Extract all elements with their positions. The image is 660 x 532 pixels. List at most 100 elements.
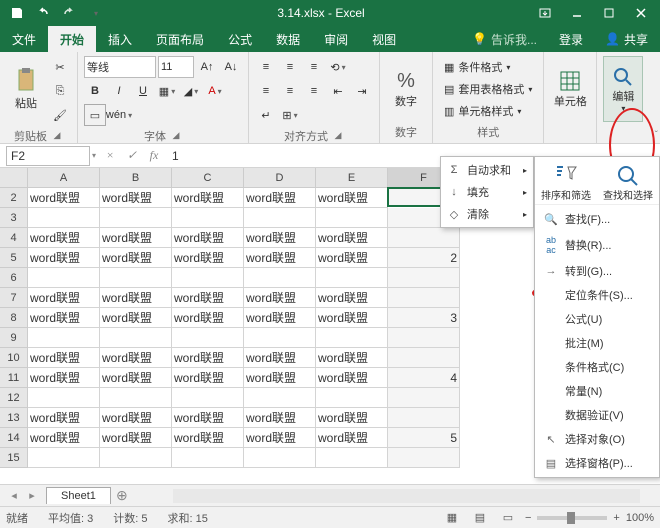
cell-E7[interactable]: word联盟 bbox=[316, 288, 388, 308]
cell-D14[interactable]: word联盟 bbox=[244, 428, 316, 448]
cell-C13[interactable]: word联盟 bbox=[172, 408, 244, 428]
menu-comments[interactable]: 批注(M) bbox=[535, 331, 659, 355]
cell-E4[interactable]: word联盟 bbox=[316, 228, 388, 248]
cell-A12[interactable] bbox=[28, 388, 100, 408]
row-header-15[interactable]: 15 bbox=[0, 448, 28, 468]
cell-F8[interactable]: 3 bbox=[388, 308, 460, 328]
ribbon-options-icon[interactable] bbox=[530, 2, 560, 24]
cell-B12[interactable] bbox=[100, 388, 172, 408]
sheet-nav-next-icon[interactable]: ▸ bbox=[24, 489, 40, 502]
bold-button[interactable]: B bbox=[84, 80, 106, 102]
tab-view[interactable]: 视图 bbox=[360, 26, 408, 52]
cell-B2[interactable]: word联盟 bbox=[100, 188, 172, 208]
cell-D2[interactable]: word联盟 bbox=[244, 188, 316, 208]
phonetic-icon[interactable]: ▭ bbox=[84, 104, 106, 126]
cell-E2[interactable]: word联盟 bbox=[316, 188, 388, 208]
font-size-selector[interactable]: 11 bbox=[158, 56, 194, 78]
zoom-out-icon[interactable]: − bbox=[525, 512, 531, 524]
increase-indent-icon[interactable]: ⇥ bbox=[351, 80, 373, 102]
row-header-6[interactable]: 6 bbox=[0, 268, 28, 288]
cell-A3[interactable] bbox=[28, 208, 100, 228]
col-header-C[interactable]: C bbox=[172, 168, 244, 188]
cell-C11[interactable]: word联盟 bbox=[172, 368, 244, 388]
cell-F5[interactable]: 2 bbox=[388, 248, 460, 268]
orientation-icon[interactable]: ⟲ bbox=[327, 56, 349, 78]
cell-D12[interactable] bbox=[244, 388, 316, 408]
cell-D4[interactable]: word联盟 bbox=[244, 228, 316, 248]
cell-C5[interactable]: word联盟 bbox=[172, 248, 244, 268]
cell-A4[interactable]: word联盟 bbox=[28, 228, 100, 248]
menu-formulas[interactable]: 公式(U) bbox=[535, 307, 659, 331]
cell-F15[interactable] bbox=[388, 448, 460, 468]
row-header-7[interactable]: 7 bbox=[0, 288, 28, 308]
border-button[interactable]: ▦ bbox=[156, 80, 178, 102]
cell-B10[interactable]: word联盟 bbox=[100, 348, 172, 368]
cell-B15[interactable] bbox=[100, 448, 172, 468]
cell-A9[interactable] bbox=[28, 328, 100, 348]
cell-D11[interactable]: word联盟 bbox=[244, 368, 316, 388]
cell-A15[interactable] bbox=[28, 448, 100, 468]
cell-A10[interactable]: word联盟 bbox=[28, 348, 100, 368]
copy-icon[interactable]: ⎘ bbox=[49, 80, 71, 102]
italic-button[interactable]: I bbox=[108, 80, 130, 102]
row-header-12[interactable]: 12 bbox=[0, 388, 28, 408]
cut-icon[interactable]: ✂ bbox=[49, 56, 71, 78]
cell-D8[interactable]: word联盟 bbox=[244, 308, 316, 328]
format-painter-icon[interactable]: 🖌 bbox=[49, 104, 71, 126]
formula-value[interactable]: 1 bbox=[172, 149, 179, 163]
view-normal-icon[interactable]: ▦ bbox=[441, 509, 463, 527]
sheet-nav-prev-icon[interactable]: ◂ bbox=[6, 489, 22, 502]
cell-C7[interactable]: word联盟 bbox=[172, 288, 244, 308]
cell-D13[interactable]: word联盟 bbox=[244, 408, 316, 428]
row-header-5[interactable]: 5 bbox=[0, 248, 28, 268]
cell-F11[interactable]: 4 bbox=[388, 368, 460, 388]
cell-F12[interactable] bbox=[388, 388, 460, 408]
row-header-14[interactable]: 14 bbox=[0, 428, 28, 448]
cell-C6[interactable] bbox=[172, 268, 244, 288]
col-header-E[interactable]: E bbox=[316, 168, 388, 188]
menu-selectobj[interactable]: ↖选择对象(O) bbox=[535, 427, 659, 451]
cell-F7[interactable] bbox=[388, 288, 460, 308]
tab-review[interactable]: 审阅 bbox=[312, 26, 360, 52]
select-all-corner[interactable] bbox=[0, 168, 28, 188]
decrease-font-icon[interactable]: A↓ bbox=[220, 56, 242, 78]
cell-C15[interactable] bbox=[172, 448, 244, 468]
tab-formulas[interactable]: 公式 bbox=[216, 26, 264, 52]
cell-C12[interactable] bbox=[172, 388, 244, 408]
underline-button[interactable]: U bbox=[132, 80, 154, 102]
row-header-13[interactable]: 13 bbox=[0, 408, 28, 428]
sort-filter-button[interactable]: 排序和筛选 bbox=[541, 163, 591, 202]
menu-condfmt[interactable]: 条件格式(C) bbox=[535, 355, 659, 379]
row-header-10[interactable]: 10 bbox=[0, 348, 28, 368]
tab-insert[interactable]: 插入 bbox=[96, 26, 144, 52]
conditional-format-button[interactable]: ▦条件格式▾ bbox=[439, 56, 515, 78]
align-center-icon[interactable]: ≡ bbox=[279, 80, 301, 102]
row-header-11[interactable]: 11 bbox=[0, 368, 28, 388]
font-color-button[interactable]: A bbox=[204, 80, 226, 102]
tell-me[interactable]: 💡告诉我... bbox=[464, 31, 545, 48]
phonetic-wen-icon[interactable]: wén bbox=[108, 104, 130, 126]
autosum-item[interactable]: Σ自动求和▸ bbox=[443, 159, 531, 181]
zoom-level[interactable]: 100% bbox=[626, 512, 654, 524]
view-page-layout-icon[interactable]: ▤ bbox=[469, 509, 491, 527]
merge-cells-icon[interactable]: ⊞ bbox=[279, 104, 301, 126]
cell-E6[interactable] bbox=[316, 268, 388, 288]
cell-E8[interactable]: word联盟 bbox=[316, 308, 388, 328]
number-format-button[interactable]: % 数字 bbox=[386, 56, 426, 122]
cell-A7[interactable]: word联盟 bbox=[28, 288, 100, 308]
cell-E13[interactable]: word联盟 bbox=[316, 408, 388, 428]
login-link[interactable]: 登录 bbox=[547, 26, 595, 52]
cell-styles-button[interactable]: ▥单元格样式▾ bbox=[439, 100, 526, 122]
cell-A11[interactable]: word联盟 bbox=[28, 368, 100, 388]
paste-button[interactable]: 粘贴 bbox=[6, 56, 46, 122]
cell-F6[interactable] bbox=[388, 268, 460, 288]
align-right-icon[interactable]: ≡ bbox=[303, 80, 325, 102]
cell-B7[interactable]: word联盟 bbox=[100, 288, 172, 308]
cell-C4[interactable]: word联盟 bbox=[172, 228, 244, 248]
zoom-slider[interactable] bbox=[537, 516, 607, 520]
enter-formula-icon[interactable]: ✓ bbox=[122, 146, 142, 166]
close-icon[interactable] bbox=[626, 2, 656, 24]
fill-item[interactable]: ↓填充▸ bbox=[443, 181, 531, 203]
cell-F10[interactable] bbox=[388, 348, 460, 368]
clear-item[interactable]: ◇清除▸ bbox=[443, 203, 531, 225]
